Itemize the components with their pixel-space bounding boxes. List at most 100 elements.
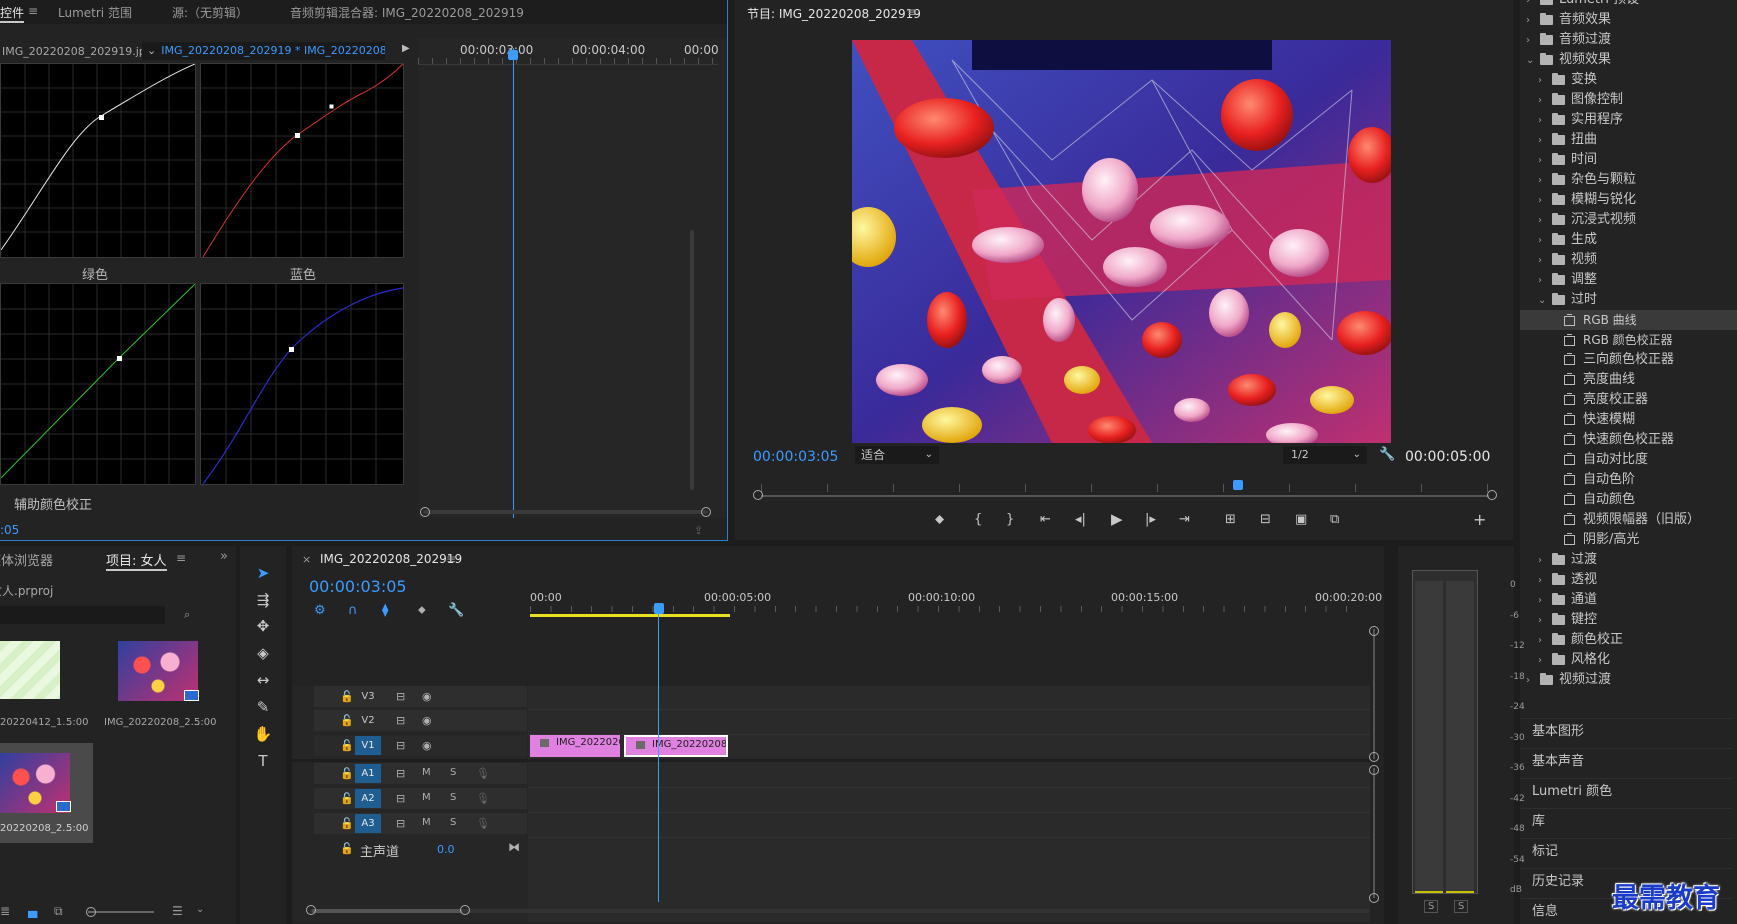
chevron-right-icon[interactable]: › [1538,591,1548,611]
track-label-v1[interactable]: V1 [355,736,381,755]
chevron-right-icon[interactable]: › [1538,211,1548,231]
lock-icon[interactable]: 🔓 [340,817,354,830]
effects-tree-item[interactable]: › 杂色与颗粒 [1520,170,1737,190]
ripple-edit-tool-icon[interactable]: ✥ [252,616,274,636]
panel-section-tab[interactable]: 标记 [1520,838,1732,865]
scrubber-playhead[interactable] [1233,480,1243,490]
effects-tree-item[interactable]: › 音频过渡 [1520,30,1737,50]
project-item-1[interactable]: 20220412_1... 5:00 [0,641,92,733]
vscroll-audio-bottom[interactable] [1369,893,1379,903]
track-label-a2[interactable]: A2 [355,789,381,808]
effects-tree-item[interactable]: › 音频效果 [1520,10,1737,30]
sync-lock-icon[interactable]: ⊟ [396,792,405,805]
timeline-playhead-handle[interactable] [654,603,664,614]
chevron-right-icon[interactable]: › [1538,611,1548,631]
add-marker-icon[interactable]: ⬥ [418,603,426,617]
chevron-right-icon[interactable]: › [1538,231,1548,251]
add-marker-icon[interactable]: ⬥ [935,512,944,527]
sync-lock-icon[interactable]: ⊟ [396,739,405,752]
effects-tree-item[interactable]: RGB 颜色校正器 [1520,330,1737,350]
effects-tree-item[interactable]: › 模糊与锐化 [1520,190,1737,210]
chevron-right-icon[interactable]: › [1538,191,1548,211]
effect-controls-timecode[interactable]: :05 [0,523,19,537]
timeline-sequence-tab[interactable]: IMG_20220208_202919 [320,552,462,566]
solo-button[interactable]: S [450,792,456,803]
zoom-slider-handle[interactable] [86,907,96,917]
hscroll-right-handle[interactable] [460,905,470,915]
video-clip-1[interactable]: IMG_20220208 [530,735,620,757]
selection-tool-icon[interactable]: ➤ [252,563,274,583]
sync-lock-icon[interactable]: ⊟ [396,767,405,780]
eye-icon[interactable]: ◉ [422,714,432,727]
play-only-icon[interactable]: ▶ [402,43,410,54]
effects-tree-item[interactable]: › 生成 [1520,230,1737,250]
microphone-icon[interactable]: 🎙 [476,792,490,805]
tab-source-monitor[interactable]: 源:（无剪辑） [172,4,248,21]
hand-tool-icon[interactable]: ✋ [252,724,274,744]
playhead[interactable] [513,48,514,518]
chevron-down-icon[interactable]: ⌄ [196,904,204,915]
tab-audio-clip-mixer[interactable]: 音频剪辑混合器: IMG_20220208_202919 [290,4,524,21]
step-back-icon[interactable]: ◂| [1075,512,1086,527]
mute-button[interactable]: M [422,792,431,803]
fit-select[interactable]: 适合 ⌄ [855,446,939,464]
solo-button[interactable]: S [450,817,456,828]
meter-solo-left[interactable]: S [1424,900,1439,913]
effects-tree-item[interactable]: › 变换 [1520,70,1737,90]
effects-tree-item[interactable]: › 透视 [1520,570,1737,590]
program-current-timecode[interactable]: 00:00:03:05 [753,449,838,465]
playhead-handle[interactable] [508,50,518,60]
lock-icon[interactable]: 🔓 [340,767,354,780]
meter-solo-right[interactable]: S [1454,900,1469,913]
project-item-2[interactable]: IMG_20220208_2... 5:00 [96,641,220,733]
effects-tree-item[interactable]: 快速颜色校正器 [1520,430,1737,450]
effects-tree-item[interactable]: 自动颜色 [1520,490,1737,510]
panel-section-tab[interactable]: 基本声音 [1520,748,1732,775]
monitor-scrubber[interactable] [753,480,1497,504]
chevron-right-icon[interactable]: › [1526,11,1536,31]
panel-overflow-icon[interactable]: » [220,549,228,564]
effects-tree-item[interactable]: › 调整 [1520,270,1737,290]
list-view-icon[interactable]: ≣ [0,904,10,918]
chevron-right-icon[interactable]: › [1538,71,1548,91]
go-to-in-icon[interactable]: ⇤ [1040,512,1051,527]
snap-icon[interactable]: ∩ [348,603,358,618]
vscroll-audio[interactable] [1373,768,1375,898]
eye-icon[interactable]: ◉ [422,690,432,703]
effects-tree-item[interactable]: › 风格化 [1520,650,1737,670]
scroll-handle-right[interactable] [701,507,711,517]
effects-tree-item[interactable]: 阴影/高光 [1520,530,1737,550]
effects-tree-item[interactable]: 快速模糊 [1520,410,1737,430]
nest-icon[interactable]: ⚙ [314,603,326,618]
extract-icon[interactable]: ⊟ [1260,512,1271,527]
vscroll-video[interactable] [1373,629,1375,759]
project-search-input[interactable] [0,606,165,624]
icon-view-icon[interactable]: ▄ [28,904,37,918]
slip-tool-icon[interactable]: ↔ [252,670,274,690]
track-select-tool-icon[interactable]: ⇶ [252,590,274,610]
effects-tree-item[interactable]: › 实用程序 [1520,110,1737,130]
tab-effect-controls[interactable]: 控件 [0,4,25,23]
scroll-handle-left[interactable] [420,507,430,517]
menu-icon[interactable]: ≡ [446,552,456,566]
hscroll-thumb[interactable] [312,909,462,913]
mark-out-icon[interactable]: } [1006,512,1014,527]
track-label-v3[interactable]: V3 [355,687,381,706]
wrench-icon[interactable]: 🔧 [1379,447,1395,462]
scrubber-start-handle[interactable] [753,490,763,500]
panel-section-tab[interactable]: 基本图形 [1520,718,1732,745]
linked-selection-icon[interactable]: ⧫ [382,603,388,618]
vscroll-video-top[interactable] [1369,626,1379,636]
lock-icon[interactable]: 🔓 [340,714,354,727]
lock-icon[interactable]: 🔓 [340,842,354,855]
effects-tree-item[interactable]: 自动色阶 [1520,470,1737,490]
razor-tool-icon[interactable]: ◈ [252,643,274,663]
effects-tree-item[interactable]: ›Lumetri 预设 [1520,0,1737,10]
resolution-select[interactable]: 1/2 ⌄ [1283,446,1367,464]
video-clip-2[interactable]: IMG_20220208_ [624,735,728,757]
scroll-track[interactable] [690,230,694,490]
menu-icon[interactable]: ≡ [176,551,186,565]
effects-tree-item[interactable]: › 图像控制 [1520,90,1737,110]
chevron-right-icon[interactable]: › [1526,671,1536,691]
effects-tree-item[interactable]: › 颜色校正 [1520,630,1737,650]
